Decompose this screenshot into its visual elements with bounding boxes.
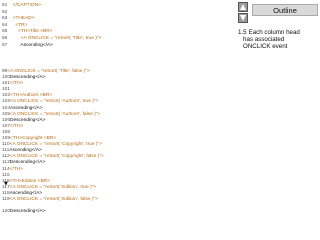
line-number: 106 [2, 117, 11, 123]
line-number: 115 [2, 172, 10, 178]
line-number: 102 [2, 93, 11, 99]
code-text: Ascending</A> [7, 42, 53, 48]
line-number: 100 [2, 75, 11, 81]
line-number: 114 [2, 166, 10, 172]
down-arrow-icon[interactable] [238, 13, 248, 23]
code-line: 119<A ONCLICK = "reSort( 'Edition', fals… [2, 197, 104, 203]
outline-title: Outline [273, 6, 297, 15]
outline-note-line-1: Each column head [248, 29, 300, 36]
code-markup: <TH>Copyright <BR> [10, 136, 57, 142]
up-arrow-icon[interactable] [238, 2, 248, 12]
code-listing-pane: 61 </CAPTION> 62 63 <THEAD> 64 <TR> 65 <TH>T… [0, 0, 232, 240]
code-text: Ascending</A> [10, 105, 43, 111]
code-markup: </CAPTION> [7, 3, 41, 8]
code-line: 65 <TH>Title <BR> [2, 29, 101, 36]
code-text: Ascending</A> [9, 148, 42, 154]
code-text: Descending</A> [9, 160, 46, 166]
code-text: Descending</A> [10, 117, 46, 123]
line-number: 112 [2, 154, 10, 160]
code-markup: </TH> [9, 166, 23, 172]
line-number: 109 [2, 136, 11, 142]
code-markup: <TR> [7, 22, 28, 28]
code-line: 67 Ascending</A> [2, 43, 101, 50]
code-line: 61 </CAPTION> [2, 3, 101, 10]
line-number: 119 [2, 196, 10, 202]
line-number: 101 [2, 81, 11, 87]
code-markup: <A ONCLICK = "reSort( 'Authors', false )… [10, 111, 101, 117]
line-number: 118 [2, 190, 10, 196]
outline-header: Outline [252, 4, 318, 16]
code-markup: <TH>Title <BR> [7, 29, 53, 35]
line-number: 110 [2, 142, 10, 148]
code-line: 120Descending</A> [2, 209, 104, 215]
code-markup: <A ONCLICK = "reSort( 'Authors', true )"… [10, 99, 99, 105]
code-text: Ascending</A> [9, 190, 43, 196]
slide-navigation [238, 2, 250, 24]
line-number: 108 [2, 129, 11, 135]
code-markup: <A ONCLICK = "reSort( 'Title', true )"> [7, 35, 102, 41]
code-markup: <A ONCLICK = "reSort( 'Title', false )"> [7, 69, 90, 74]
code-markup: <A ONCLICK = "reSort( 'Edition', true )"… [9, 184, 97, 190]
outline-note: 1.5 Each column head has associated ONCLI… [238, 29, 318, 50]
code-line: 66 <A ONCLICK = "reSort( 'Title', true )… [2, 36, 101, 43]
outline-note-number: 1.5 [238, 29, 247, 36]
line-number: 103 [2, 99, 11, 105]
line-number: 107 [2, 123, 11, 129]
line-number: 120 [2, 209, 11, 215]
code-markup: </TH> [10, 81, 24, 87]
scroll-down-arrow-icon[interactable]: ▼ [4, 182, 8, 187]
code-text: Descending</A> [10, 75, 46, 81]
line-number: 105 [2, 111, 11, 117]
outline-note-line-3: ONCLICK event [243, 43, 288, 50]
outline-note-line-2: has associated [243, 36, 285, 43]
code-line: 63 <THEAD> [2, 16, 101, 23]
code-text: Descending</A> [10, 209, 46, 215]
code-block-main: 99<A ONCLICK = "reSort( 'Title', false )… [2, 69, 104, 215]
code-block-top: 61 </CAPTION> 62 63 <THEAD> 64 <TR> 65 <TH>T… [2, 3, 101, 49]
code-markup: <A ONCLICK = "reSort( 'Copyright', true … [9, 142, 102, 148]
code-markup: <TH>Authors <BR> [10, 93, 53, 99]
line-number: 104 [2, 105, 11, 111]
line-number: 101 [2, 87, 11, 93]
code-markup: <THEAD> [7, 16, 35, 22]
code-markup: <A ONCLICK = "reSort( 'Edition', false )… [9, 196, 98, 202]
code-markup: <TH>Edition <BR> [9, 178, 50, 184]
line-number: 62 [2, 9, 8, 15]
code-markup: </TH> [10, 123, 24, 129]
line-number: 113 [2, 160, 10, 166]
code-markup: <A ONCLICK = "reSort( 'Copyright', false… [9, 154, 104, 160]
